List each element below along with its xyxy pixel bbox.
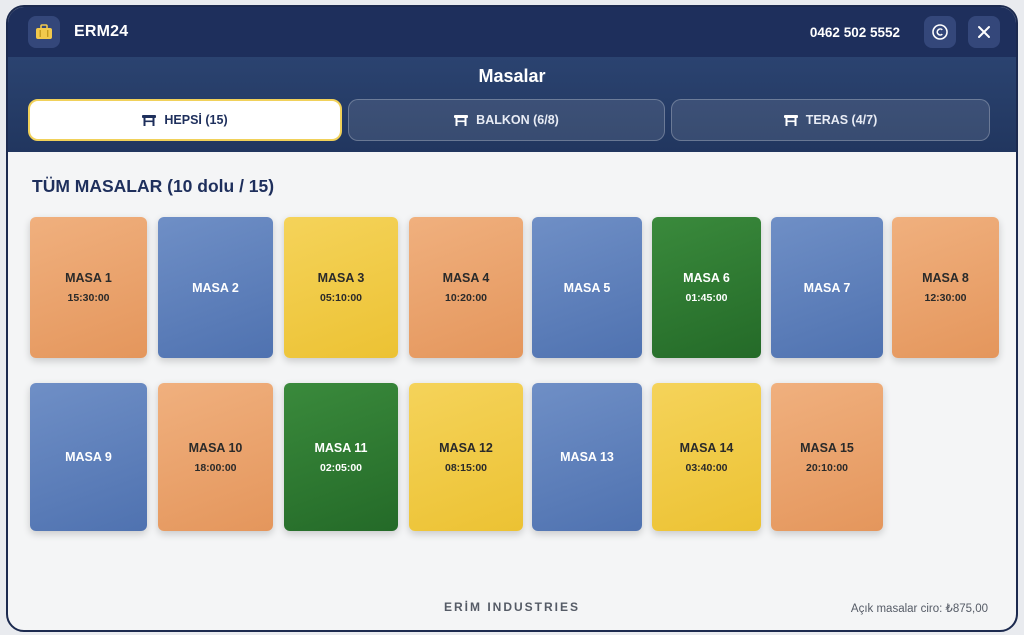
table-time: 18:00:00	[194, 461, 237, 474]
table-card-9[interactable]: MASA 9	[30, 383, 147, 531]
table-card-7[interactable]: MASA 7	[771, 217, 883, 358]
app-window: ERM24 0462 502 5552 Masalar HEPSİ (15) B…	[6, 5, 1018, 632]
table-time: 20:10:00	[805, 461, 849, 474]
tab-teras[interactable]: TERAS (4/7)	[671, 99, 990, 141]
tab-label: HEPSİ (15)	[164, 113, 228, 127]
table-time: 02:05:00	[319, 461, 363, 474]
table-name: MASA 7	[803, 280, 851, 295]
close-icon	[978, 26, 990, 38]
tab-balkon[interactable]: BALKON (6/8)	[348, 99, 665, 141]
table-name: MASA 2	[192, 280, 239, 295]
copyright-button[interactable]	[924, 16, 956, 48]
copyright-icon	[932, 24, 948, 40]
page-title: Masalar	[478, 66, 546, 86]
section-title: TÜM MASALAR (10 dolu / 15)	[32, 176, 275, 196]
table-time: 12:30:00	[924, 292, 967, 304]
table-name: MASA 5	[563, 280, 611, 295]
table-time: 03:40:00	[685, 461, 728, 474]
table-name: MASA 4	[442, 271, 490, 285]
top-bar: ERM24 0462 502 5552	[8, 7, 1016, 57]
table-card-15[interactable]: MASA 15 20:10:00	[771, 383, 883, 531]
table-card-5[interactable]: MASA 5	[532, 217, 642, 358]
table-card-14[interactable]: MASA 14 03:40:00	[652, 383, 761, 531]
table-card-11[interactable]: MASA 11 02:05:00	[284, 383, 398, 531]
table-name: MASA 12	[439, 440, 493, 455]
table-time: 05:10:00	[319, 292, 363, 304]
table-name: MASA 11	[314, 440, 368, 455]
table-time: 15:30:00	[67, 292, 110, 304]
tab-hepsi[interactable]: HEPSİ (15)	[28, 99, 342, 141]
header: Masalar HEPSİ (15) BALKON (6/8) TERAS (4…	[8, 57, 1016, 152]
table-card-10[interactable]: MASA 10 18:00:00	[158, 383, 273, 531]
table-name: MASA 13	[560, 450, 614, 464]
table-name: MASA 14	[679, 440, 734, 455]
table-card-3[interactable]: MASA 3 05:10:00	[284, 217, 398, 358]
table-card-13[interactable]: MASA 13	[532, 383, 642, 531]
table-card-4[interactable]: MASA 4 10:20:00	[409, 217, 523, 358]
table-name: MASA 3	[317, 271, 365, 285]
table-icon	[142, 114, 157, 126]
tab-bar: HEPSİ (15) BALKON (6/8) TERAS (4/7)	[28, 99, 990, 141]
briefcase-icon	[28, 16, 60, 48]
table-card-1[interactable]: MASA 1 15:30:00	[30, 217, 147, 358]
table-icon	[783, 114, 798, 126]
table-time: 01:45:00	[685, 292, 728, 304]
table-card-12[interactable]: MASA 12 08:15:00	[409, 383, 523, 531]
table-card-8[interactable]: MASA 8 12:30:00	[892, 217, 999, 358]
table-icon	[454, 114, 469, 126]
table-name: MASA 8	[922, 271, 969, 285]
table-name: MASA 10	[188, 440, 243, 455]
table-name: MASA 6	[683, 271, 730, 285]
open-tables-revenue: Açık masalar ciro: ₺875,00	[850, 603, 988, 615]
phone-number: 0462 502 5552	[809, 24, 900, 40]
table-card-6[interactable]: MASA 6 01:45:00	[652, 217, 761, 358]
table-name: MASA 9	[65, 450, 112, 464]
close-button[interactable]	[968, 16, 1000, 48]
tab-label: TERAS (4/7)	[805, 113, 878, 127]
table-time: 10:20:00	[444, 292, 488, 304]
tab-label: BALKON (6/8)	[476, 113, 559, 127]
table-time: 08:15:00	[444, 461, 488, 474]
table-name: MASA 15	[800, 440, 854, 455]
table-name: MASA 1	[65, 271, 112, 285]
app-name: ERM24	[74, 23, 129, 40]
table-card-2[interactable]: MASA 2	[158, 217, 273, 358]
